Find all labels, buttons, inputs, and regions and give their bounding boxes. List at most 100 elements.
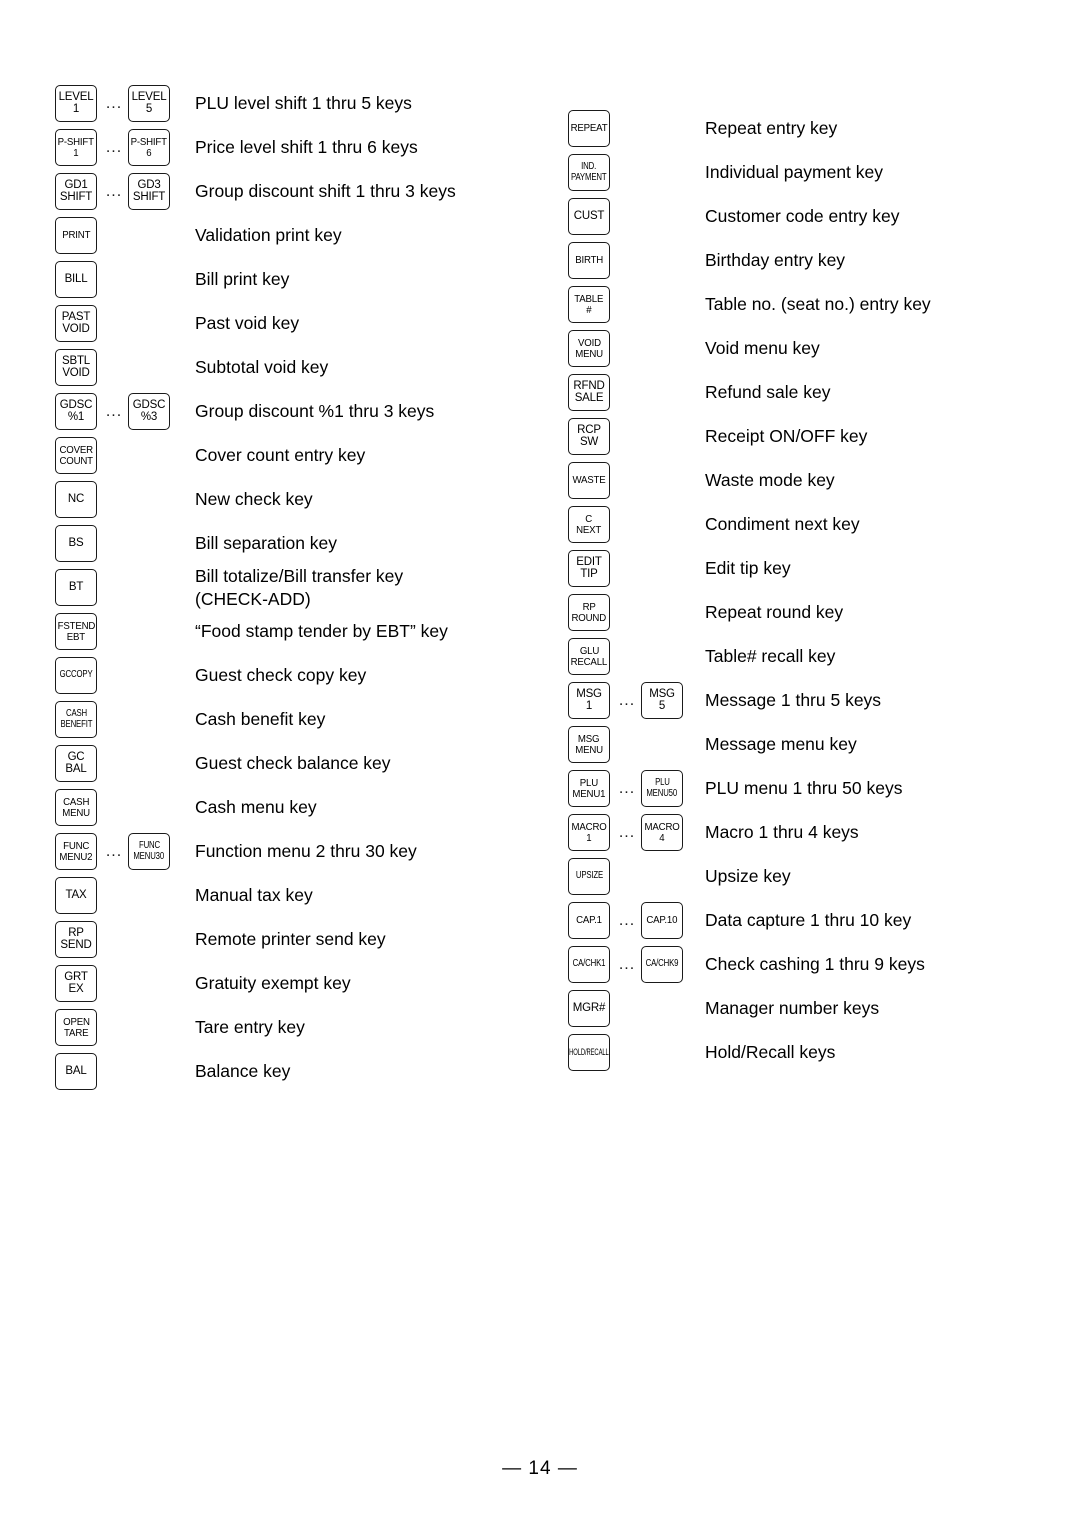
key-cap: MSG 1	[568, 682, 610, 719]
key-entry-row: C NEXT Condiment next key	[568, 506, 1068, 550]
key-description: Manual tax key	[195, 877, 313, 914]
key-description: Macro 1 thru 4 keys	[705, 814, 859, 851]
key-description-line: Manager number keys	[705, 998, 880, 1018]
key-description: Repeat round key	[705, 594, 843, 631]
key-cap-label: SEND	[60, 938, 92, 951]
key-cap-label: MENU	[575, 743, 603, 756]
key-entry-row: PAST VOID Past void key	[55, 305, 555, 349]
key-cap: RCP SW	[568, 418, 610, 455]
key-entry-row: BIRTH Birthday entry key	[568, 242, 1068, 286]
key-description: Validation print key	[195, 217, 342, 254]
key-cap: LEVEL 5	[128, 85, 170, 122]
key-cap: FUNC MENU30	[128, 833, 170, 870]
key-cap-label: #	[586, 303, 592, 316]
key-cap-label: MENU	[62, 806, 90, 819]
key-entry-row: MGR# Manager number keys	[568, 990, 1068, 1034]
key-cap-label: MENU30	[133, 850, 165, 862]
key-cap: SBTL VOID	[55, 349, 97, 386]
key-cap-label: SHIFT	[132, 190, 166, 203]
key-range-ellipsis: ...	[105, 94, 123, 112]
key-cap: VOID MENU	[568, 330, 610, 367]
key-description-line: Gratuity exempt key	[195, 973, 351, 993]
key-cap-label: GRT	[64, 970, 88, 983]
key-range-ellipsis: ...	[618, 911, 636, 929]
key-entry-row: CAP.1 CAP.10... Data capture 1 thru 10 key	[568, 902, 1068, 946]
key-cap: REPEAT	[568, 110, 610, 147]
key-entry-row: FSTEND EBT “Food stamp tender by EBT” key	[55, 613, 555, 657]
key-description: “Food stamp tender by EBT” key	[195, 613, 448, 650]
key-entry-row: PRINT Validation print key	[55, 217, 555, 261]
key-cap-label: ROUND	[571, 611, 607, 624]
key-cap-label: TARE	[63, 1026, 89, 1039]
key-cap-label: GDSC	[132, 398, 166, 411]
key-cap-label: UPSIZE	[575, 870, 603, 882]
key-cap-label: MENU	[575, 347, 603, 360]
key-list-column-right: REPEAT Repeat entry key IND. PAYMENT Individ…	[568, 0, 1068, 1526]
key-description-line: Hold/Recall keys	[705, 1042, 836, 1062]
key-description: Hold/Recall keys	[705, 1034, 835, 1071]
key-range-ellipsis: ...	[618, 691, 636, 709]
key-description-line: Group discount shift 1 thru 3 keys	[195, 181, 456, 201]
key-cap-label: TAX	[65, 888, 87, 901]
key-entry-row: CASH MENU Cash menu key	[55, 789, 555, 833]
key-entry-row: CUST Customer code entry key	[568, 198, 1068, 242]
key-entry-row: RP ROUND Repeat round key	[568, 594, 1068, 638]
page-number: — 14 —	[502, 1458, 578, 1479]
key-cap-label: 6	[146, 146, 152, 159]
key-range-ellipsis: ...	[105, 842, 123, 860]
key-cap: COVER COUNT	[55, 437, 97, 474]
key-cap-label: GD1	[64, 178, 88, 191]
key-description: Remote printer send key	[195, 921, 386, 958]
key-cap-label: RECALL	[570, 655, 608, 668]
key-description: Customer code entry key	[705, 198, 900, 235]
key-description: Tare entry key	[195, 1009, 305, 1046]
key-cap: RP SEND	[55, 921, 97, 958]
key-description-line: Message 1 thru 5 keys	[705, 690, 882, 710]
key-entry-row: HOLD/RECALL Hold/Recall keys	[568, 1034, 1068, 1078]
key-cap-label: SW	[579, 435, 599, 448]
key-cap: BIRTH	[568, 242, 610, 279]
key-entry-row: BILL Bill print key	[55, 261, 555, 305]
key-cap-label: MGR#	[572, 1001, 606, 1014]
key-entry-row: IND. PAYMENT Individual payment key	[568, 154, 1068, 198]
key-cap-label: BIRTH	[575, 254, 603, 267]
key-description: Refund sale key	[705, 374, 831, 411]
key-description: Past void key	[195, 305, 299, 342]
key-entry-row: GRT EX Gratuity exempt key	[55, 965, 555, 1009]
key-cap-label: MSG	[576, 687, 602, 700]
key-entry-row: RCP SW Receipt ON/OFF key	[568, 418, 1068, 462]
key-description-line: (CHECK-ADD)	[195, 588, 311, 609]
key-cap: CAP.1	[568, 902, 610, 939]
key-cap: BS	[55, 525, 97, 562]
key-description: Gratuity exempt key	[195, 965, 351, 1002]
key-cap: P-SHIFT 6	[128, 129, 170, 166]
key-entry-row: NC New check key	[55, 481, 555, 525]
key-range-ellipsis: ...	[618, 779, 636, 797]
key-description-line: Refund sale key	[705, 382, 831, 402]
key-description-line: Customer code entry key	[705, 206, 900, 226]
document-page: LEVEL 1 LEVEL 5... PLU level shift 1 thru 5 …	[0, 0, 1080, 1526]
key-description: PLU menu 1 thru 50 keys	[705, 770, 902, 807]
key-cap-label: 5	[145, 102, 153, 115]
key-description-line: “Food stamp tender by EBT” key	[195, 621, 448, 641]
key-cap-label: GCCOPY	[59, 669, 93, 681]
key-description: PLU level shift 1 thru 5 keys	[195, 85, 412, 122]
key-cap-label: HOLD/RECALL	[569, 1046, 609, 1058]
key-description-line: Repeat entry key	[705, 118, 838, 138]
key-cap-label: RFND	[573, 379, 605, 392]
key-cap: BAL	[55, 1053, 97, 1090]
key-cap: CA/CHK1	[568, 946, 610, 983]
key-description-line: Macro 1 thru 4 keys	[705, 822, 859, 842]
key-description: Group discount shift 1 thru 3 keys	[195, 173, 456, 210]
key-cap-label: REPEAT	[570, 122, 608, 135]
key-description: Individual payment key	[705, 154, 883, 191]
key-cap-label: GC	[67, 750, 85, 763]
key-cap: OPEN TARE	[55, 1009, 97, 1046]
key-description-line: Waste mode key	[705, 470, 835, 490]
key-cap: PLU MENU50	[641, 770, 683, 807]
key-cap-label: TIP	[580, 567, 598, 580]
key-description-line: Guest check copy key	[195, 665, 367, 685]
key-description: Repeat entry key	[705, 110, 837, 147]
key-description: Condiment next key	[705, 506, 860, 543]
key-cap-label: VOID	[62, 366, 90, 379]
